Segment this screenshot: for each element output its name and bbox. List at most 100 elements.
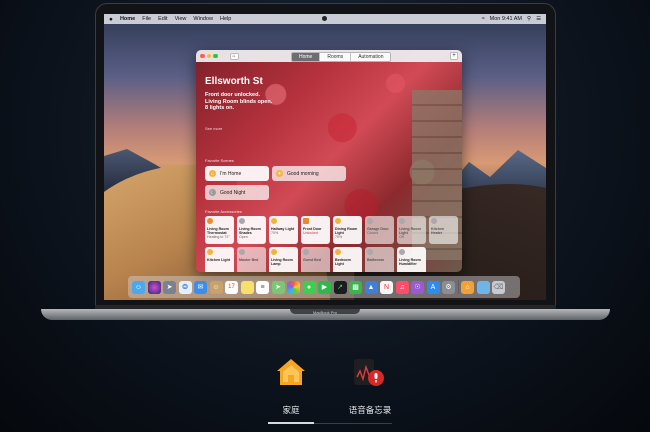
folder-icon[interactable] [476,280,490,294]
podcasts-icon[interactable]: ☉ [411,280,424,294]
moon-icon: ☾ [209,189,216,196]
finder-icon[interactable]: ☺ [132,280,145,294]
tile-bathroom[interactable]: Bathroom [365,247,394,272]
keynote-icon[interactable]: ▲ [364,280,378,294]
laptop-screen: ● Home File Edit View Window Help ≈ Mon … [104,14,546,300]
photos-icon[interactable] [287,280,300,294]
window-titlebar: ⌂ Home Rooms Automation + [196,50,462,62]
apple-menu-icon[interactable]: ● [109,16,113,23]
status-line: 8 lights on. [205,105,235,111]
dock: ☺ ➤ ❂ ✉ ☺ 17 ≡ ➤ ● ▶ ↗ ▩ ▲ N ♫ ☉ A ⚙ ⌂ ⌫ [128,276,520,298]
tile-kitchen-heater[interactable]: Kitchen Heater [429,216,458,244]
voice-memos-icon[interactable] [354,359,386,394]
bulb-icon [335,218,341,224]
facetime-icon[interactable]: ▶ [318,280,331,294]
tile-living-room-light[interactable]: Living Room Light Off [397,216,426,244]
add-icon[interactable]: + [450,52,458,60]
tab-home[interactable]: Home [292,53,321,61]
home-icon[interactable]: ⌂ [461,280,474,294]
bulb-icon [335,249,341,255]
clock[interactable]: Mon 9:41 AM [490,16,522,22]
news-icon[interactable]: N [380,280,393,294]
launchpad-icon[interactable]: ➤ [163,280,176,294]
scene-good-night[interactable]: ☾ Good Night [205,185,269,200]
camera-notch [322,16,327,21]
tile-garage-door[interactable]: Garage Door Closed [365,216,394,244]
feature-voice-memos-label[interactable]: 语音备忘录 [340,404,400,416]
mail-icon[interactable]: ✉ [194,280,207,294]
tile-hallway-light[interactable]: Hallway Light 70% [269,216,298,244]
tab-automation[interactable]: Automation [351,53,391,61]
tile-kitchen-light[interactable]: Kitchen Light [205,247,234,272]
tile-living-room-thermostat[interactable]: Living Room Thermostat Heating to 72° [205,216,234,244]
feature-home-label[interactable]: 家庭 [270,404,312,416]
numbers-icon[interactable]: ▩ [349,280,362,294]
control-center-icon[interactable]: ☰ [536,16,541,22]
tile-dining-room-light[interactable]: Dining Room Light 70% [333,216,362,244]
spotlight-icon[interactable]: ⚲ [527,16,531,22]
notes-icon[interactable] [240,280,254,294]
tile-living-room-shades[interactable]: Living Room Shades Open [237,216,266,244]
tile-living-room-lamp[interactable]: Living Room Lamp [269,247,298,272]
wifi-icon[interactable]: ≈ [482,16,485,22]
maps-icon[interactable]: ➤ [271,280,285,294]
trash-icon[interactable]: ⌫ [492,280,505,294]
tile-guest-bed[interactable]: Guest Bed [301,247,330,272]
minimize-icon[interactable] [206,53,211,59]
contacts-icon[interactable]: ☺ [209,280,223,294]
home-selector-icon[interactable]: ⌂ [229,52,239,60]
bulb-icon [271,218,277,224]
scene-im-home[interactable]: ⌂ I'm Home [205,166,269,181]
menu-file[interactable]: File [142,16,151,22]
tile-front-door[interactable]: Front Door Unlocked [301,216,330,244]
menu-window[interactable]: Window [193,16,213,22]
shades-icon [239,218,245,224]
calendar-icon[interactable]: 17 [225,280,238,294]
garage-icon [367,218,373,224]
scene-label: Good morning [287,170,319,177]
heater-icon [431,218,437,224]
appstore-icon[interactable]: A [426,280,440,294]
humidifier-icon [399,249,405,255]
favorite-scenes-label: Favorite Scenes [205,158,234,163]
tab-switcher: Home Rooms Automation [291,52,392,62]
see-more-link[interactable]: See more [205,126,222,131]
music-icon[interactable]: ♫ [395,280,409,294]
laptop-label: MacBook Pro [312,310,337,315]
messages-icon[interactable]: ● [302,280,316,294]
lamp-icon [271,249,277,255]
scene-label: I'm Home [220,170,242,177]
zoom-icon[interactable] [213,53,218,59]
dock-separator [457,280,459,294]
lock-icon [303,218,309,224]
tile-bedroom-light[interactable]: Bedroom Light [333,247,362,272]
menu-view[interactable]: View [175,16,187,22]
close-icon[interactable] [200,53,205,59]
bulb-icon [367,249,373,255]
active-feature-indicator [268,422,314,424]
tile-master-bed[interactable]: Master Bed [237,247,266,272]
bulb-icon [399,218,405,224]
home-status: Front door unlocked. Living Room blinds … [205,92,285,112]
menu-edit[interactable]: Edit [158,16,167,22]
home-app-icon[interactable] [275,357,307,392]
menu-help[interactable]: Help [220,16,231,22]
safari-icon[interactable]: ❂ [178,280,192,294]
bulb-icon [303,249,309,255]
tile-living-room-humidifier[interactable]: Living Room Humidifier [397,247,426,272]
reminders-icon[interactable]: ≡ [256,280,269,294]
scene-good-morning[interactable]: ☀ Good morning [272,166,346,181]
stocks-icon[interactable]: ↗ [333,280,347,294]
preferences-icon[interactable]: ⚙ [442,280,455,294]
favorite-accessories-label: Favorite Accessories [205,209,242,214]
tab-rooms[interactable]: Rooms [320,53,352,61]
siri-icon[interactable] [147,280,161,294]
bulb-icon [239,249,245,255]
thermostat-icon [207,218,213,224]
scene-label: Good Night [220,189,246,196]
bulb-icon [207,249,213,255]
house-icon: ⌂ [209,170,216,177]
sun-icon: ☀ [276,170,283,177]
home-name: Ellsworth St [205,76,263,87]
app-menu[interactable]: Home [120,16,135,22]
